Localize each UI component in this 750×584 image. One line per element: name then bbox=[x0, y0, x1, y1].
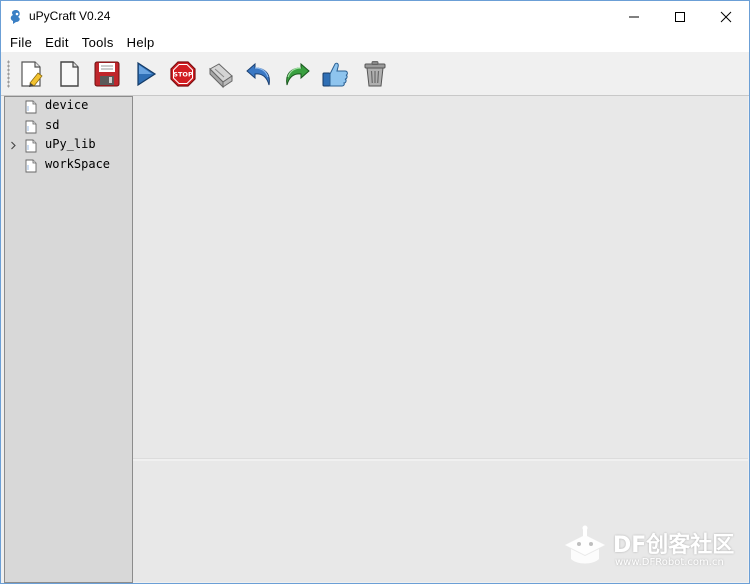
file-tree: device sd uPy_lib workSpace bbox=[4, 96, 133, 583]
minimize-icon bbox=[629, 16, 639, 17]
maximize-button[interactable] bbox=[657, 1, 703, 32]
run-icon bbox=[137, 61, 157, 87]
menu-file[interactable]: File bbox=[1, 35, 39, 50]
connect-button[interactable] bbox=[205, 58, 237, 90]
save-icon bbox=[94, 61, 120, 87]
redo-icon bbox=[286, 62, 310, 86]
toolbar-grip[interactable] bbox=[7, 60, 10, 88]
window-title: uPyCraft V0.24 bbox=[29, 9, 111, 23]
watermark: DF创客社区 www.DFRobot.com.cn bbox=[561, 523, 747, 575]
chevron-right-icon[interactable] bbox=[10, 141, 17, 150]
app-window: uPyCraft V0.24 File Edit Tools Help STOP… bbox=[0, 0, 750, 584]
syntax-check-button[interactable] bbox=[319, 58, 351, 90]
save-button[interactable] bbox=[91, 58, 123, 90]
menu-bar: File Edit Tools Help bbox=[1, 32, 749, 52]
file-icon bbox=[25, 139, 37, 153]
open-file-button[interactable] bbox=[53, 58, 85, 90]
watermark-brand: DF创客社区 bbox=[613, 533, 735, 558]
open-file-icon bbox=[60, 61, 79, 87]
close-button[interactable] bbox=[703, 1, 749, 32]
tree-item-label: workSpace bbox=[45, 157, 111, 171]
stop-icon: STOP bbox=[170, 61, 196, 87]
stop-button[interactable]: STOP bbox=[167, 58, 199, 90]
maximize-icon bbox=[675, 11, 685, 22]
svg-text:STOP: STOP bbox=[173, 71, 193, 79]
file-icon bbox=[25, 120, 37, 134]
new-file-button[interactable] bbox=[15, 58, 47, 90]
menu-edit[interactable]: Edit bbox=[39, 35, 76, 50]
clear-trash-icon bbox=[364, 61, 386, 87]
tree-item-device[interactable]: device bbox=[5, 97, 132, 116]
close-icon bbox=[720, 11, 732, 22]
title-bar[interactable]: uPyCraft V0.24 bbox=[1, 1, 749, 32]
run-button[interactable] bbox=[129, 58, 161, 90]
watermark-url: www.DFRobot.com.cn bbox=[615, 557, 724, 568]
undo-icon bbox=[246, 62, 270, 86]
editor-area[interactable] bbox=[133, 96, 748, 458]
menu-help[interactable]: Help bbox=[121, 35, 162, 50]
new-file-icon bbox=[21, 61, 43, 87]
tree-item-label: uPy_lib bbox=[45, 137, 96, 151]
tree-item-label: sd bbox=[45, 118, 60, 132]
tree-item-workspace[interactable]: workSpace bbox=[5, 156, 132, 175]
toolbar: STOP bbox=[1, 52, 749, 96]
upycraft-logo-icon bbox=[10, 10, 20, 24]
file-icon bbox=[25, 159, 37, 173]
dfrobot-robot-logo-icon bbox=[565, 525, 605, 564]
tree-item-sd[interactable]: sd bbox=[5, 117, 132, 136]
syntax-check-icon bbox=[322, 62, 348, 87]
tree-item-label: device bbox=[45, 98, 89, 112]
clear-button[interactable] bbox=[359, 58, 391, 90]
redo-button[interactable] bbox=[281, 58, 313, 90]
connect-icon bbox=[209, 63, 233, 89]
undo-button[interactable] bbox=[243, 58, 275, 90]
file-icon bbox=[25, 100, 37, 114]
minimize-button[interactable] bbox=[611, 1, 657, 32]
menu-tools[interactable]: Tools bbox=[76, 35, 121, 50]
tree-item-upy-lib[interactable]: uPy_lib bbox=[5, 136, 132, 155]
